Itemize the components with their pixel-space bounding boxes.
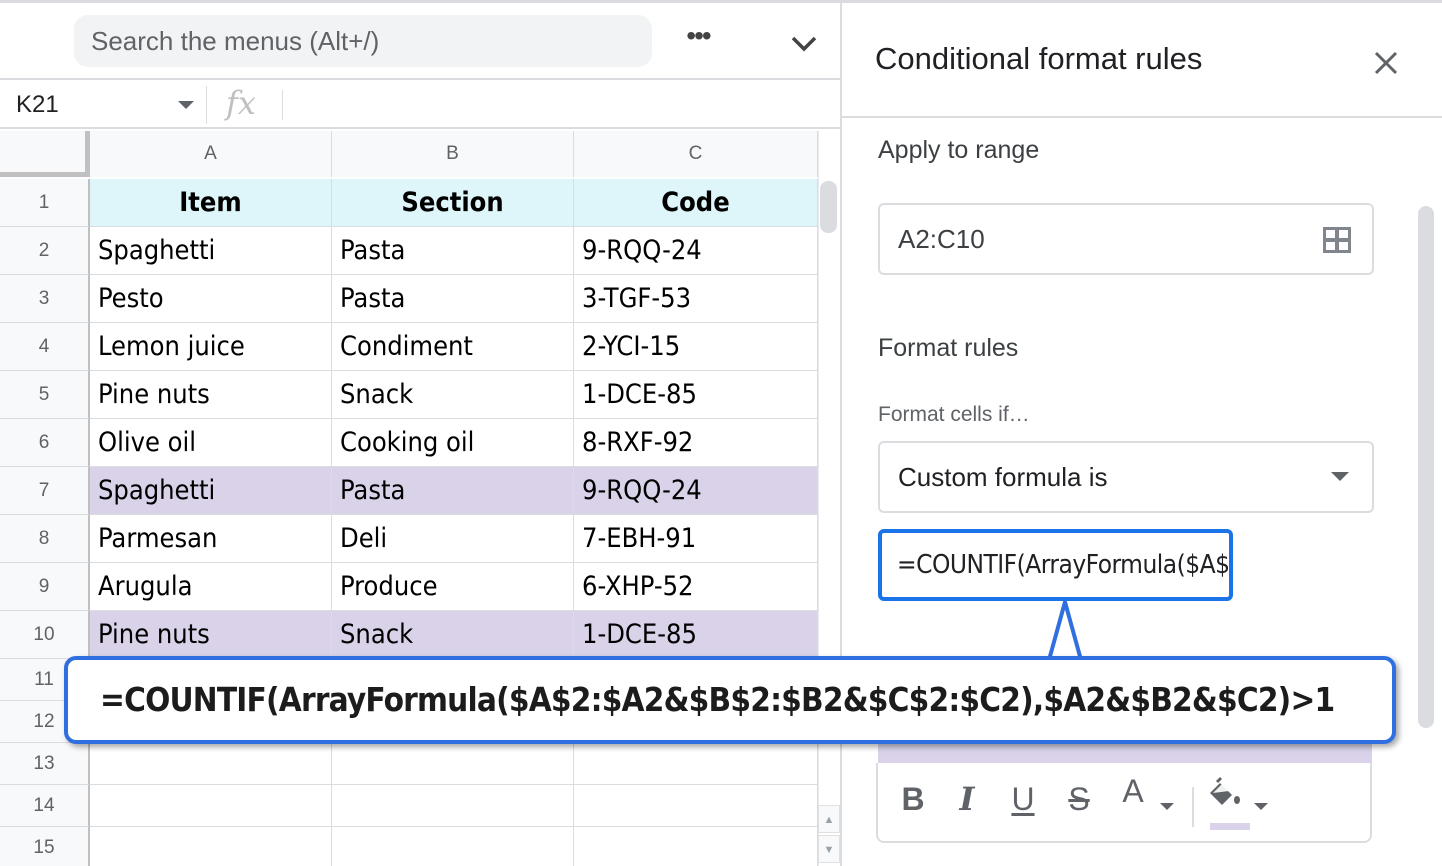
data-cell[interactable]: Olive oil — [90, 419, 332, 467]
data-cell[interactable]: Lemon juice — [90, 323, 332, 371]
data-cell[interactable]: 7-EBH-91 — [574, 515, 818, 563]
vertical-scrollbar[interactable] — [818, 131, 840, 866]
callout-formula-text: =COUNTIF(ArrayFormula($A$2:$A2&$B$2:$B2&… — [100, 680, 1335, 719]
text-color-button[interactable]: A — [1118, 769, 1148, 813]
row-header[interactable]: 1 — [0, 179, 90, 227]
dropdown-arrow-icon[interactable] — [1331, 472, 1349, 481]
apply-to-range-label: Apply to range — [878, 136, 1040, 164]
panel-scrollbar[interactable] — [1418, 206, 1434, 728]
chevron-down-icon[interactable] — [786, 29, 822, 59]
fx-icon: fx — [226, 84, 256, 122]
data-cell[interactable]: 8-RXF-92 — [574, 419, 818, 467]
divider — [842, 116, 1442, 118]
bold-button[interactable]: B — [898, 777, 928, 821]
row-header[interactable]: 9 — [0, 563, 90, 611]
empty-cell[interactable] — [332, 827, 574, 866]
data-cell[interactable]: Parmesan — [90, 515, 332, 563]
empty-cell[interactable] — [332, 743, 574, 785]
italic-button[interactable]: I — [952, 777, 982, 821]
more-horiz-icon[interactable]: ••• — [680, 22, 716, 55]
scroll-up-arrow[interactable]: ▲ — [818, 805, 840, 833]
row-header[interactable]: 3 — [0, 275, 90, 323]
divider — [1192, 787, 1194, 827]
empty-cell[interactable] — [90, 827, 332, 866]
header-cell[interactable]: Code — [574, 179, 818, 227]
row-header[interactable]: 8 — [0, 515, 90, 563]
text-color-dropdown-icon[interactable] — [1160, 803, 1174, 810]
data-cell[interactable]: 3-TGF-53 — [574, 275, 818, 323]
data-cell[interactable]: 2-YCI-15 — [574, 323, 818, 371]
scrollbar-thumb[interactable] — [820, 181, 837, 233]
duplicate-cell[interactable]: Pasta — [332, 467, 574, 515]
menu-bar: Search the menus (Alt+/) ••• — [0, 3, 840, 80]
formatting-toolbar: B I U S A — [876, 763, 1372, 843]
data-cell[interactable]: Cooking oil — [332, 419, 574, 467]
data-cell[interactable]: Arugula — [90, 563, 332, 611]
empty-cell[interactable] — [574, 827, 818, 866]
data-cell[interactable]: Produce — [332, 563, 574, 611]
name-box-dropdown-icon[interactable] — [178, 101, 194, 109]
select-all-corner[interactable] — [0, 131, 90, 177]
range-input[interactable]: A2:C10 — [878, 203, 1374, 275]
close-icon[interactable] — [1370, 47, 1402, 79]
condition-select[interactable]: Custom formula is — [878, 441, 1374, 513]
duplicate-cell[interactable]: Snack — [332, 611, 574, 659]
menu-search-input[interactable]: Search the menus (Alt+/) — [74, 15, 652, 67]
empty-cell[interactable] — [332, 785, 574, 827]
duplicate-cell[interactable]: 9-RQQ-24 — [574, 467, 818, 515]
duplicate-cell[interactable]: 1-DCE-85 — [574, 611, 818, 659]
data-cell[interactable]: Spaghetti — [90, 227, 332, 275]
empty-cell[interactable] — [90, 785, 332, 827]
divider — [282, 90, 283, 120]
divider — [206, 86, 207, 124]
data-cell[interactable]: Snack — [332, 371, 574, 419]
data-cell[interactable]: 9-RQQ-24 — [574, 227, 818, 275]
fill-color-icon[interactable] — [1208, 775, 1248, 815]
format-rules-label: Format rules — [878, 334, 1019, 362]
row-header[interactable]: 13 — [0, 743, 90, 785]
data-cell[interactable]: Pine nuts — [90, 371, 332, 419]
row-header[interactable]: 14 — [0, 785, 90, 827]
formula-bar: K21 fx — [0, 82, 840, 129]
data-cell[interactable]: Condiment — [332, 323, 574, 371]
data-cell[interactable]: Pasta — [332, 227, 574, 275]
data-cell[interactable]: 1-DCE-85 — [574, 371, 818, 419]
row-header[interactable]: 10 — [0, 611, 90, 659]
strikethrough-button[interactable]: S — [1064, 777, 1094, 821]
header-cell[interactable]: Item — [90, 179, 332, 227]
select-range-icon[interactable] — [1322, 226, 1352, 254]
callout-pointer — [1045, 600, 1085, 662]
data-cell[interactable]: Pasta — [332, 275, 574, 323]
row-header[interactable]: 4 — [0, 323, 90, 371]
empty-cell[interactable] — [574, 785, 818, 827]
data-cell[interactable]: Pesto — [90, 275, 332, 323]
screen: Search the menus (Alt+/) ••• K21 fx ABC1… — [0, 0, 1442, 866]
fill-color-swatch — [1210, 823, 1250, 830]
row-header[interactable]: 15 — [0, 827, 90, 866]
duplicate-cell[interactable]: Pine nuts — [90, 611, 332, 659]
underline-button[interactable]: U — [1008, 777, 1038, 821]
name-box[interactable]: K21 — [16, 90, 59, 120]
column-header-b[interactable]: B — [332, 131, 574, 177]
custom-formula-input[interactable]: =COUNTIF(ArrayFormula($A$2:$A2&$B$2:$B2&… — [878, 529, 1233, 601]
row-header[interactable]: 2 — [0, 227, 90, 275]
formula-callout: =COUNTIF(ArrayFormula($A$2:$A2&$B$2:$B2&… — [64, 656, 1396, 744]
empty-cell[interactable] — [574, 743, 818, 785]
data-cell[interactable]: Deli — [332, 515, 574, 563]
fill-color-dropdown-icon[interactable] — [1254, 803, 1268, 810]
data-cell[interactable]: 6-XHP-52 — [574, 563, 818, 611]
panel-title: Conditional format rules — [875, 41, 1203, 76]
row-header[interactable]: 6 — [0, 419, 90, 467]
header-cell[interactable]: Section — [332, 179, 574, 227]
scroll-down-arrow[interactable]: ▼ — [818, 835, 840, 863]
row-header[interactable]: 5 — [0, 371, 90, 419]
format-cells-if-label: Format cells if… — [878, 403, 1030, 426]
row-header[interactable]: 7 — [0, 467, 90, 515]
column-header-a[interactable]: A — [90, 131, 332, 177]
column-header-c[interactable]: C — [574, 131, 818, 177]
empty-cell[interactable] — [90, 743, 332, 785]
duplicate-cell[interactable]: Spaghetti — [90, 467, 332, 515]
